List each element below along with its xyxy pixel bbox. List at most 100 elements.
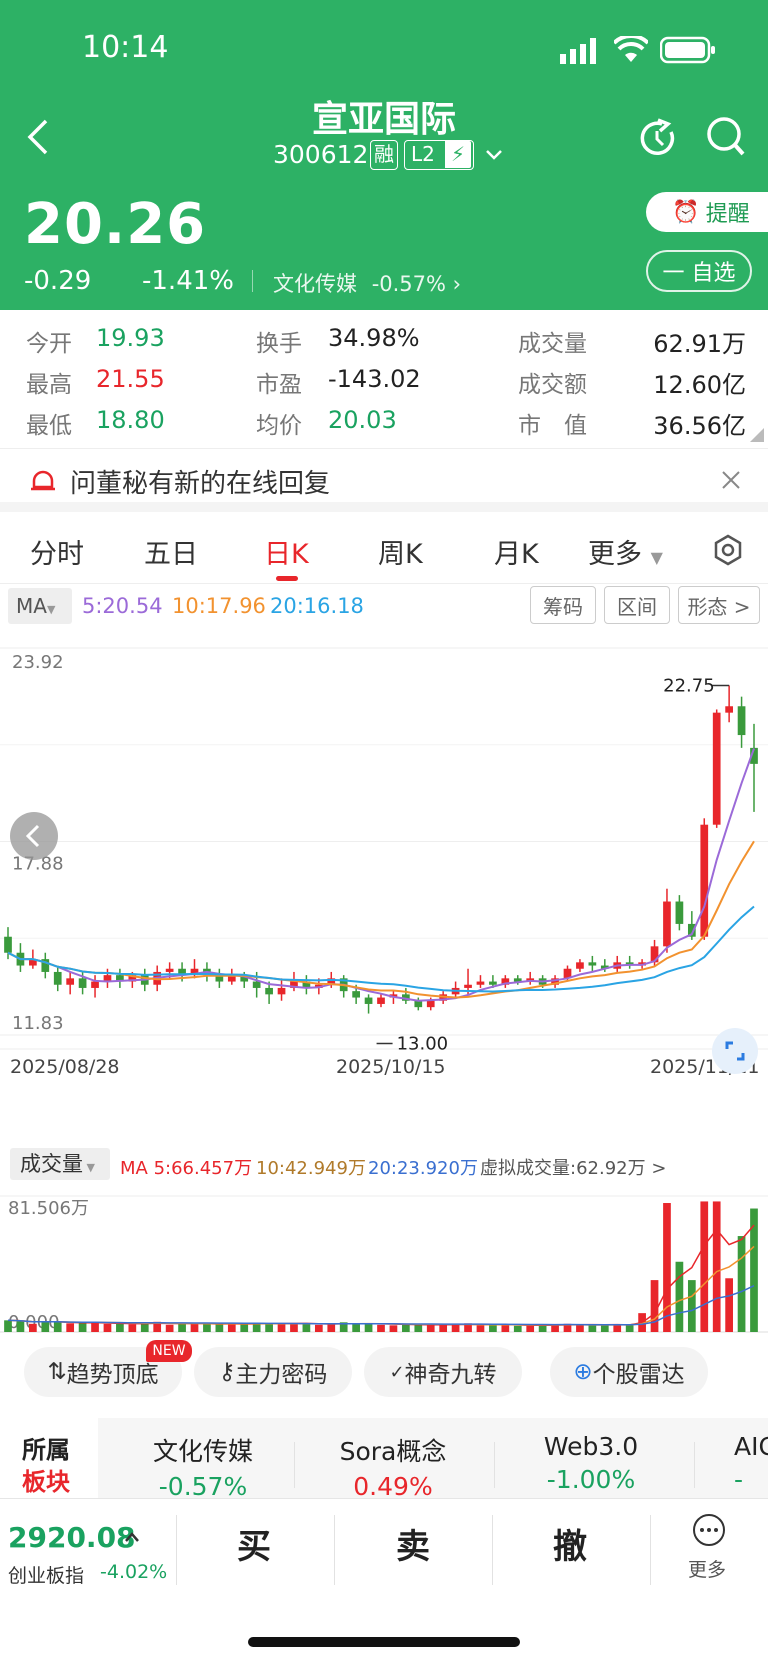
stock-radar-button[interactable]: ⊕ 个股雷达 bbox=[550, 1347, 708, 1397]
volume-chart[interactable]: 81.506万0.000 bbox=[0, 1186, 768, 1338]
volume-bar bbox=[190, 1323, 199, 1332]
stock-header: 10:14 宣亚国际 300612 融 L2 ⚡ 20.26 -0.29 -1.… bbox=[0, 0, 768, 310]
remind-button[interactable]: ⏰ 提醒 bbox=[646, 192, 768, 232]
divider bbox=[694, 1442, 695, 1488]
indicator-selector[interactable]: 成交量 ▼ bbox=[10, 1148, 110, 1180]
sector-item[interactable]: 文化传媒 -0.57% bbox=[138, 1432, 268, 1498]
main-force-code-button[interactable]: ⚷ 主力密码 bbox=[194, 1347, 352, 1397]
range-button[interactable]: 区间 bbox=[604, 586, 670, 624]
mcap-label: 市 值 bbox=[518, 413, 587, 439]
divider bbox=[176, 1515, 177, 1585]
volume-bar bbox=[128, 1324, 137, 1332]
ma-label: MA bbox=[16, 594, 47, 618]
more-label[interactable]: 更多 bbox=[688, 1555, 726, 1582]
notice-bar[interactable]: 问董秘有新的在线回复 bbox=[0, 448, 768, 512]
stats-panel: 今开 19.93 最高 21.55 最低 18.80 换手 34.98% 市盈 … bbox=[0, 310, 768, 448]
low-marker-label: 13.00 bbox=[397, 1034, 449, 1055]
sector-item[interactable]: Web3.0 -1.00% bbox=[526, 1432, 656, 1494]
l2-badge[interactable]: L2 ⚡ bbox=[404, 140, 474, 170]
candle-body bbox=[277, 987, 286, 995]
settings-icon[interactable] bbox=[712, 534, 744, 566]
sell-button[interactable]: 卖 bbox=[396, 1519, 430, 1568]
index-value[interactable]: 2920.08 bbox=[8, 1521, 136, 1554]
volume-bar bbox=[687, 1280, 696, 1332]
volume-bar bbox=[66, 1323, 75, 1332]
volume-bar bbox=[389, 1325, 398, 1332]
tab-intraday[interactable]: 分时 bbox=[30, 532, 84, 571]
refresh-icon[interactable] bbox=[638, 118, 678, 158]
volume-bar bbox=[489, 1325, 497, 1332]
index-name: 创业板指 bbox=[8, 1565, 85, 1587]
caret-down-icon: ▼ bbox=[83, 1161, 95, 1174]
candle-body bbox=[426, 1000, 435, 1008]
candle-body bbox=[66, 978, 75, 985]
zigzag-icon: ✓ bbox=[389, 1361, 405, 1383]
volume-bar bbox=[426, 1324, 435, 1332]
volume-bar bbox=[712, 1201, 721, 1332]
cancel-order-button[interactable]: 撤 bbox=[553, 1519, 587, 1568]
candle-body bbox=[352, 991, 360, 998]
ma-selector[interactable]: MA▼ bbox=[8, 588, 72, 624]
candle-body bbox=[414, 1000, 423, 1008]
new-badge: NEW bbox=[146, 1340, 192, 1362]
bell-icon: ⏰ bbox=[672, 199, 700, 225]
close-icon[interactable] bbox=[722, 471, 740, 489]
volume-bar bbox=[352, 1323, 360, 1332]
sectors-title-2: 板块 bbox=[22, 1468, 70, 1496]
buy-button[interactable]: 买 bbox=[237, 1519, 271, 1568]
pattern-button[interactable]: 形态 > bbox=[678, 586, 760, 624]
sectors-strip: 所属 板块 文化传媒 -0.57% Sora概念 0.49% Web3.0 -1… bbox=[0, 1418, 768, 1498]
current-price: 20.26 bbox=[24, 192, 207, 257]
tab-daily-k[interactable]: 日K bbox=[264, 532, 309, 571]
tab-more[interactable]: 更多 ▼ bbox=[588, 532, 663, 571]
sector-name: 文化传媒 bbox=[273, 272, 357, 296]
volume-bar bbox=[41, 1321, 50, 1332]
candle-body bbox=[165, 968, 174, 972]
volume-bar bbox=[265, 1323, 273, 1332]
sector-item-pct: -1.00% bbox=[546, 1465, 636, 1494]
fullscreen-icon bbox=[725, 1041, 745, 1061]
volume-bar bbox=[91, 1323, 99, 1332]
sector-link[interactable]: 文化传媒 -0.57% › bbox=[273, 268, 461, 298]
tab-monthly-k[interactable]: 月K bbox=[494, 532, 539, 571]
sectors-title: 所属 板块 bbox=[0, 1418, 98, 1498]
sector-item[interactable]: Sora概念 0.49% bbox=[328, 1432, 458, 1498]
bottom-trade-bar: 2920.08 创业板指 -4.02% 买 卖 撤 更多 bbox=[0, 1498, 768, 1663]
expand-corner-icon[interactable] bbox=[750, 428, 764, 442]
scroll-left-button[interactable] bbox=[10, 812, 58, 860]
volume-bar bbox=[377, 1324, 385, 1332]
sector-item-name: Sora概念 bbox=[339, 1437, 447, 1466]
chip-distribution-button[interactable]: 筹码 bbox=[530, 586, 596, 624]
volume-bar bbox=[78, 1322, 87, 1332]
volume-bar bbox=[203, 1323, 211, 1332]
more-icon[interactable] bbox=[692, 1513, 726, 1547]
chevron-up-icon[interactable] bbox=[124, 1531, 140, 1543]
key-icon: ⚷ bbox=[218, 1359, 236, 1385]
sort-arrows-icon: ⇅ bbox=[47, 1359, 67, 1385]
search-icon[interactable] bbox=[706, 116, 746, 158]
bell-icon bbox=[31, 470, 55, 491]
tab-weekly-k[interactable]: 周K bbox=[378, 532, 423, 571]
volume-bar bbox=[178, 1323, 186, 1332]
candle-body bbox=[78, 978, 87, 988]
virtual-volume-link[interactable]: 虚拟成交量:62.92万 > bbox=[480, 1154, 666, 1180]
candle-body bbox=[675, 901, 684, 924]
fullscreen-button[interactable] bbox=[712, 1028, 758, 1074]
volume-bar bbox=[513, 1325, 522, 1332]
signal-icon bbox=[560, 38, 596, 64]
candle-body bbox=[737, 706, 746, 736]
magic-nine-button[interactable]: ✓ 神奇九转 bbox=[364, 1347, 522, 1397]
high-label: 最高 bbox=[26, 372, 72, 398]
sector-item[interactable]: AIG - bbox=[734, 1432, 768, 1494]
bolt-icon: ⚡ bbox=[445, 141, 471, 168]
x-axis-date-label: 2025/08/28 bbox=[10, 1056, 120, 1078]
tab-five-day[interactable]: 五日 bbox=[144, 532, 198, 571]
watchlist-button[interactable]: 一 自选 bbox=[646, 250, 752, 292]
volume-label: 成交量 bbox=[518, 331, 587, 357]
chevron-down-icon[interactable] bbox=[486, 150, 502, 160]
wifi-icon bbox=[614, 36, 648, 62]
volume-bar bbox=[663, 1203, 671, 1332]
candlestick-chart[interactable]: 23.9217.8811.832025/08/28 2025/10/15 2025/… bbox=[0, 630, 768, 1110]
divider bbox=[650, 1515, 651, 1585]
l2-label: L2 bbox=[411, 142, 435, 166]
